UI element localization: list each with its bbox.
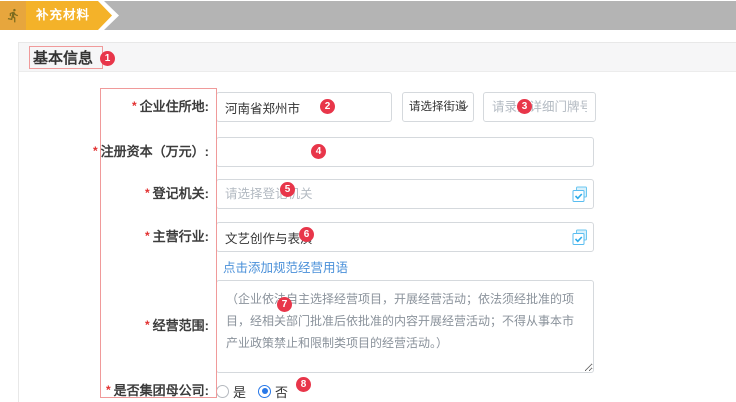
capital-label: *注册资本（万元）:: [19, 137, 216, 167]
runner-icon: [0, 1, 26, 30]
basic-info-panel: 基本信息 *企业住所地: 请选择街道 *注册资本（万元）:: [18, 42, 736, 402]
industry-picker-icon[interactable]: [572, 229, 589, 246]
field-row-group-parent: *是否集团母公司: 是 否: [19, 382, 736, 400]
authority-input[interactable]: [216, 179, 594, 209]
radio-no[interactable]: 否: [258, 382, 288, 401]
field-row-scope: *经营范围: （企业依法自主选择经营项目，开展经营活动；依法须经批准的项目，经相…: [19, 280, 736, 373]
radio-no-label: 否: [275, 382, 288, 401]
step-next-segment: [100, 1, 736, 30]
address-city-input[interactable]: [216, 92, 392, 122]
annotation-badge-6: 6: [299, 227, 314, 242]
address-detail-input[interactable]: [483, 92, 596, 122]
scope-textarea[interactable]: （企业依法自主选择经营项目，开展经营活动；依法须经批准的项目，经相关部门批准后依…: [216, 280, 594, 373]
add-terms-row: 点击添加规范经营用语: [19, 257, 736, 277]
address-label: *企业住所地:: [19, 92, 216, 122]
basic-info-form: *企业住所地: 请选择街道 *注册资本（万元）:: [19, 72, 736, 400]
wizard-stepper: 补充材料: [0, 1, 736, 30]
street-select-value: 请选择街道: [409, 101, 467, 113]
field-row-address: *企业住所地: 请选择街道: [19, 92, 736, 122]
scope-label: *经营范围:: [19, 280, 216, 334]
street-select[interactable]: 请选择街道: [402, 92, 474, 122]
field-row-authority: *登记机关:: [19, 179, 736, 209]
industry-label: *主营行业:: [19, 222, 216, 252]
field-row-industry: *主营行业:: [19, 222, 736, 252]
capital-input[interactable]: [216, 137, 594, 167]
annotation-badge-1: 1: [100, 51, 115, 66]
section-header: 基本信息: [19, 43, 736, 72]
step-supplementary-materials[interactable]: 补充材料: [0, 1, 112, 30]
section-title: 基本信息: [33, 47, 93, 68]
required-mark: *: [145, 318, 150, 332]
radio-no-circle: [258, 385, 271, 398]
page: 补充材料 基本信息 *企业住所地: 请选择街道: [0, 0, 736, 402]
authority-label: *登记机关:: [19, 179, 216, 209]
group-parent-radios: 是 否: [216, 382, 300, 400]
annotation-badge-2: 2: [320, 99, 335, 114]
annotation-badge-8: 8: [296, 377, 311, 392]
radio-yes-circle: [216, 385, 229, 398]
annotation-badge-7: 7: [277, 297, 292, 312]
required-mark: *: [132, 99, 137, 113]
add-terms-link[interactable]: 点击添加规范经营用语: [223, 261, 348, 275]
step-label: 补充材料: [36, 1, 90, 30]
annotation-badge-4: 4: [311, 144, 326, 159]
required-mark: *: [145, 186, 150, 200]
field-row-capital: *注册资本（万元）:: [19, 137, 736, 167]
required-mark: *: [145, 229, 150, 243]
industry-input[interactable]: [216, 222, 594, 252]
radio-yes[interactable]: 是: [216, 382, 246, 401]
group-parent-label: *是否集团母公司:: [19, 382, 216, 400]
radio-yes-label: 是: [233, 382, 246, 401]
annotation-badge-5: 5: [280, 182, 295, 197]
annotation-badge-3: 3: [517, 99, 532, 114]
required-mark: *: [106, 383, 111, 397]
required-mark: *: [93, 144, 98, 158]
authority-picker-icon[interactable]: [572, 186, 589, 203]
